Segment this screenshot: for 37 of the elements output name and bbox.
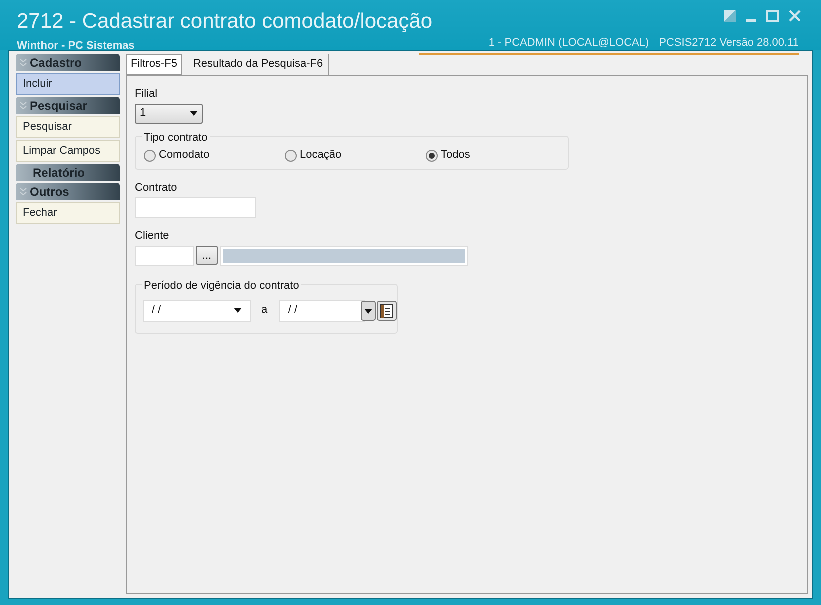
section-header[interactable]: Cadastro	[16, 54, 120, 71]
filial-dropdown[interactable]: 1	[135, 104, 203, 124]
field-label: Filial	[135, 87, 159, 102]
radio-label: Todos	[441, 148, 470, 164]
dropdown-button[interactable]	[361, 300, 376, 320]
date-field[interactable]: / /	[279, 300, 365, 322]
window-subtitle: Winthor - PC Sistemas	[17, 39, 135, 54]
user-info: 1 - PCADMIN (LOCAL@LOCAL)	[488, 36, 650, 51]
input-field[interactable]	[135, 197, 256, 218]
radio-label: Comodato	[159, 148, 210, 164]
sidebar-item[interactable]: Fechar	[16, 202, 120, 224]
close-icon[interactable]	[789, 10, 801, 22]
field-label: Contrato	[135, 180, 178, 196]
input-field[interactable]	[135, 246, 194, 266]
field-label: Cliente	[135, 229, 170, 244]
group-label: Período de vigência do contrato	[142, 278, 302, 294]
section-header[interactable]: Outros	[16, 183, 120, 200]
section-header[interactable]: Relatório	[16, 164, 120, 181]
caret-icon	[234, 308, 242, 313]
tab[interactable]: Filtros-F5	[126, 54, 182, 75]
range-separator: a	[261, 303, 269, 318]
radio-label: Locação	[300, 148, 342, 164]
section-header[interactable]: Pesquisar	[16, 97, 120, 114]
date-field[interactable]: / /	[143, 300, 252, 322]
restore-icon[interactable]	[724, 10, 736, 22]
sidebar-item[interactable]: Limpar Campos	[16, 140, 120, 162]
caret-icon	[190, 111, 198, 116]
sidebar-item[interactable]: Pesquisar	[16, 116, 120, 138]
browse-button[interactable]: ...	[196, 246, 218, 265]
maximize-icon[interactable]	[766, 10, 779, 22]
sidebar-item[interactable]: Incluir	[16, 73, 120, 95]
radio-button[interactable]	[426, 150, 438, 162]
radio-button[interactable]	[285, 150, 297, 162]
version-info: PCSIS2712 Versão 28.00.11	[659, 36, 799, 51]
calendar-icon[interactable]	[377, 300, 397, 320]
window-title: 2712 - Cadastrar contrato comodato/locação	[17, 10, 433, 34]
radio-button[interactable]	[144, 150, 156, 162]
